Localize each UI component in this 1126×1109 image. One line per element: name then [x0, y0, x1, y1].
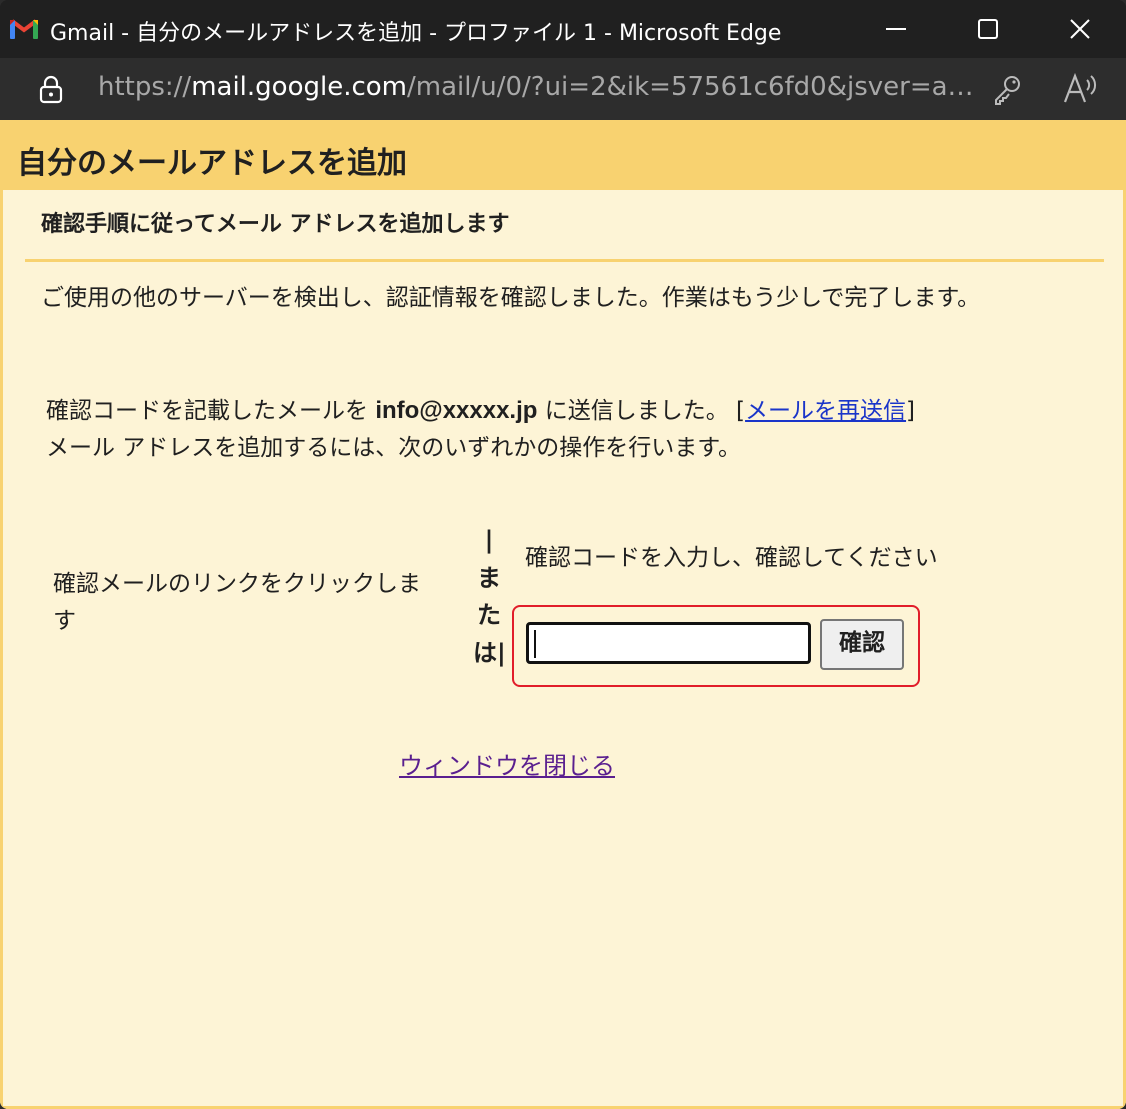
instruction-text: メール アドレスを追加するには、次のいずれかの操作を行います。: [46, 435, 742, 461]
option-enter-code: 確認コードを入力し、確認してください: [525, 545, 938, 571]
text-caret: [534, 630, 536, 658]
address-bar[interactable]: https://mail.google.com/mail/u/0/?ui=2&i…: [0, 58, 1126, 120]
read-aloud-icon[interactable]: [1062, 72, 1098, 106]
title-bar: Gmail - 自分のメールアドレスを追加 - プロファイル 1 - Micro…: [0, 0, 1126, 58]
page-title: 自分のメールアドレスを追加: [17, 146, 407, 181]
verification-code-input[interactable]: [526, 622, 811, 664]
intro-text: ご使用の他のサーバーを検出し、認証情報を確認しました。作業はもう少しで完了します…: [41, 285, 981, 311]
close-icon: [1070, 19, 1090, 39]
dialog-header: 自分のメールアドレスを追加: [3, 120, 1126, 190]
gmail-icon: [10, 19, 38, 39]
dialog-subtitle: 確認手順に従ってメール アドレスを追加します: [41, 212, 510, 237]
email-address: info@xxxxx.jp: [375, 397, 538, 424]
close-window-link[interactable]: ウィンドウを閉じる: [399, 746, 615, 781]
browser-window: Gmail - 自分のメールアドレスを追加 - プロファイル 1 - Micro…: [0, 0, 1126, 1109]
url-prefix: https://: [98, 72, 192, 102]
bracket-close: ]: [906, 398, 916, 424]
or-separator: |または|: [473, 526, 506, 667]
sent-info: 確認コードを記載したメールを info@xxxxx.jp に送信しました。 [メ…: [46, 392, 1056, 467]
resend-link[interactable]: メールを再送信: [745, 398, 906, 424]
minimize-button[interactable]: [850, 0, 942, 58]
maximize-button[interactable]: [942, 0, 1034, 58]
sent-prefix: 確認コードを記載したメールを: [46, 398, 376, 424]
window-title: Gmail - 自分のメールアドレスを追加 - プロファイル 1 - Micro…: [50, 21, 782, 46]
close-button[interactable]: [1034, 0, 1126, 58]
option-click-link: 確認メールのリンクをクリックします: [53, 571, 421, 634]
url-path: /mail/u/0/?ui=2&ik=57561c6fd0&jsver=as44…: [407, 72, 978, 102]
minimize-icon: [886, 28, 906, 30]
sent-suffix: に送信しました。 [: [537, 398, 746, 424]
lock-icon[interactable]: [36, 74, 66, 104]
dialog-content: 自分のメールアドレスを追加 確認手順に従ってメール アドレスを追加します ご使用…: [0, 120, 1126, 1109]
url-host: mail.google.com: [191, 72, 408, 102]
confirm-button[interactable]: 確認: [820, 619, 904, 670]
key-icon[interactable]: [990, 72, 1024, 106]
divider: [25, 259, 1104, 262]
url-text[interactable]: https://mail.google.com/mail/u/0/?ui=2&i…: [98, 72, 978, 102]
maximize-icon: [978, 19, 998, 39]
